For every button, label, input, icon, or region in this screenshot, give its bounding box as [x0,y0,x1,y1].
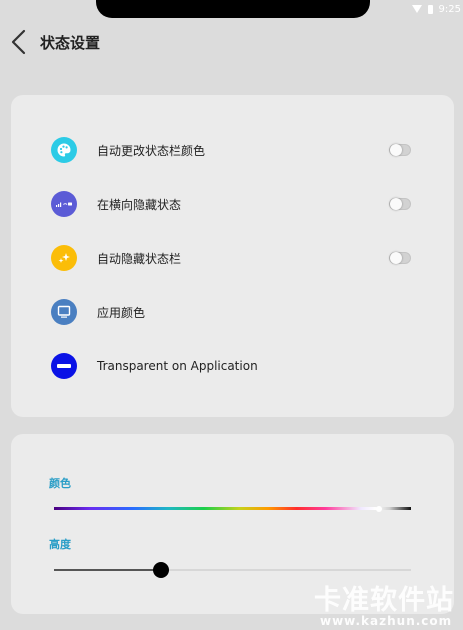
setting-row-app-color[interactable]: 应用颜色 [11,290,454,334]
height-slider-thumb[interactable] [153,562,170,578]
hide-landscape-toggle[interactable] [389,198,411,210]
settings-card: 自动更改状态栏颜色 在横向隐藏状态 自动隐藏状态栏 应用颜色 Transpare… [11,95,454,417]
setting-row-transparent[interactable]: Transparent on Application [11,344,454,388]
toggle-knob [390,198,402,210]
setting-label: 自动更改状态栏颜色 [97,143,206,158]
status-bar-icon [51,191,77,217]
battery-icon [427,4,433,14]
color-slider-thumb[interactable] [375,506,382,512]
back-arrow-icon[interactable] [8,29,32,55]
height-slider[interactable] [54,562,411,578]
wifi-icon [411,5,422,13]
setting-label: 在横向隐藏状态 [97,197,182,212]
setting-row-hide-landscape[interactable]: 在横向隐藏状态 [11,182,454,226]
color-spectrum-slider[interactable] [54,507,411,510]
auto-color-toggle[interactable] [389,144,411,156]
toggle-knob [390,252,402,264]
setting-row-auto-color[interactable]: 自动更改状态栏颜色 [11,128,454,172]
height-slider-fill [54,569,162,571]
status-time: 9:25 [438,3,461,15]
toggle-knob [390,144,402,156]
status-bar: 9:25 [411,2,461,16]
sparkle-icon [51,245,77,271]
palette-icon [51,137,77,163]
setting-label: Transparent on Application [97,359,258,373]
height-label: 高度 [49,538,71,551]
color-label: 颜色 [49,477,71,490]
setting-row-auto-hide[interactable]: 自动隐藏状态栏 [11,236,454,280]
monitor-icon [51,299,77,325]
page-title: 状态设置 [40,34,101,52]
appearance-card: 颜色 高度 [11,434,454,614]
minus-circle-icon [51,353,77,379]
setting-label: 自动隐藏状态栏 [97,251,182,266]
auto-hide-toggle[interactable] [389,252,411,264]
camera-notch [96,0,370,18]
setting-label: 应用颜色 [97,305,146,320]
app-header: 状态设置 [0,24,463,60]
watermark-url: www.kazhun.com [320,614,453,628]
